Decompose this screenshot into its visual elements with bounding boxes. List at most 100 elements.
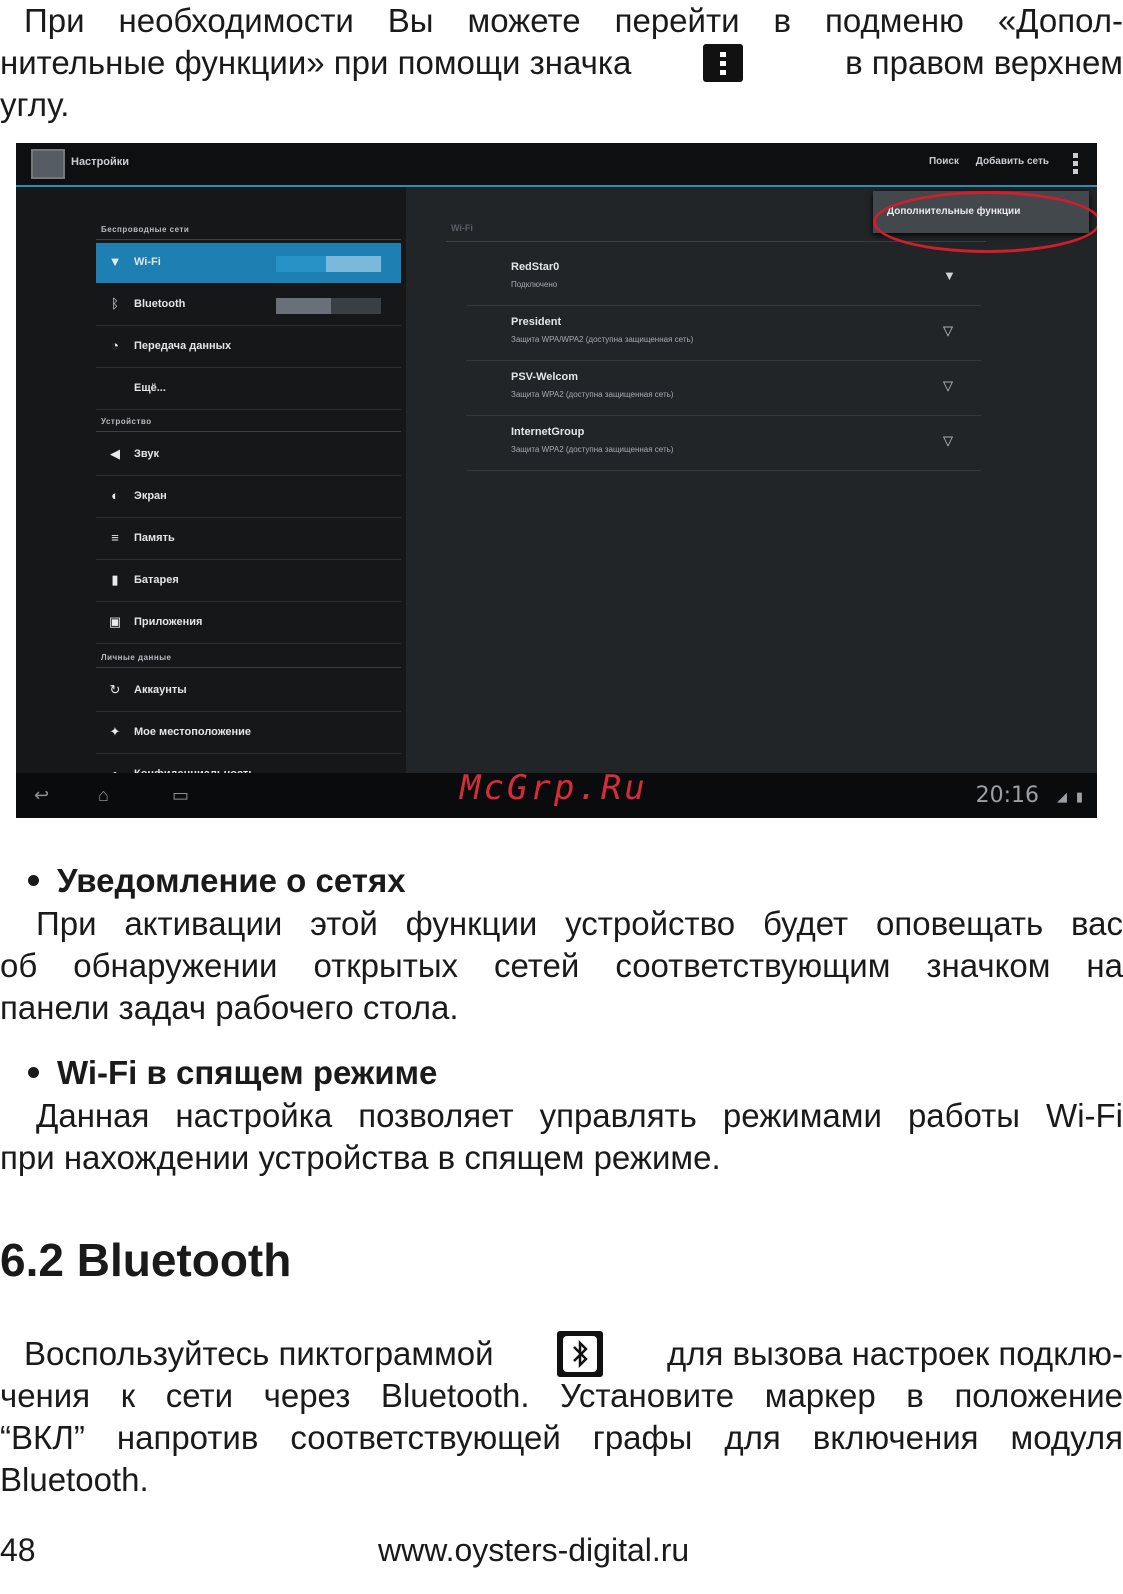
heading-text: Уведомление о сетях	[57, 862, 406, 899]
clock: 20:16	[975, 783, 1039, 808]
network-item[interactable]: PSV-Welcom Защита WPA2 (доступна защищен…	[466, 361, 981, 416]
intro-line-1: При необходимости Вы можете перейти в по…	[24, 2, 1123, 39]
settings-list: Беспроводные сети ▼ Wi-Fi ᛒ Bluetooth ◔ …	[16, 187, 406, 796]
paragraph-line: Bluetooth.	[0, 1461, 149, 1498]
settings-item-battery[interactable]: ▮ Батарея	[96, 561, 401, 602]
settings-item-label: Аккаунты	[134, 684, 187, 696]
data-usage-icon: ◔	[111, 338, 119, 353]
settings-item-data-usage[interactable]: ◔ Передача данных	[96, 327, 401, 368]
network-item[interactable]: RedStar0 Подключено ▼	[466, 251, 981, 306]
bluetooth-toggle[interactable]	[276, 298, 381, 314]
location-icon: ✦	[109, 724, 121, 739]
settings-item-sound[interactable]: ◀ Звук	[96, 435, 401, 476]
search-action[interactable]: Поиск	[929, 156, 959, 167]
paragraph-line: об обнаружении открытых сетей соответств…	[0, 947, 1123, 984]
paragraph-line-start: Воспользуйтесь пиктограммой	[24, 1335, 494, 1372]
settings-item-storage[interactable]: ≡ Память	[96, 519, 401, 560]
paragraph-line: при нахождении устройства в спящем режим…	[0, 1139, 721, 1176]
add-network-action[interactable]: Добавить сеть	[976, 156, 1049, 167]
settings-screenshot: Настройки Поиск Добавить сеть Беспроводн…	[16, 143, 1097, 818]
settings-item-label: Wi-Fi	[134, 256, 161, 268]
section-title-bluetooth: 6.2 Bluetooth	[0, 1234, 292, 1286]
intro-paragraph: При необходимости Вы можете перейти в по…	[0, 0, 1123, 126]
section2-paragraph: Данная настройка позволяет управлять реж…	[0, 1095, 1123, 1179]
accounts-icon: ↻	[109, 682, 121, 697]
section-header-personal: Личные данные	[101, 653, 172, 662]
paragraph-line: Данная настройка позволяет управлять реж…	[36, 1097, 1123, 1134]
signal-icon: ◢	[1057, 789, 1067, 804]
paragraph-line: Воспользуйтесь пиктограммой для вызова н…	[0, 1331, 1123, 1377]
network-name: PSV-Welcom	[511, 371, 579, 383]
settings-item-more[interactable]: Ещё...	[96, 369, 401, 410]
wifi-lock-icon: ▽	[943, 433, 953, 448]
app-title: Настройки	[71, 156, 130, 168]
settings-item-bluetooth[interactable]: ᛒ Bluetooth	[96, 285, 401, 326]
settings-item-label: Bluetooth	[134, 298, 186, 310]
network-status: Защита WPA2 (доступна защищенная сеть)	[511, 390, 674, 399]
recent-apps-icon[interactable]: ▭	[172, 785, 189, 805]
back-icon[interactable]: ↩	[34, 785, 49, 805]
settings-item-label: Приложения	[134, 616, 203, 628]
display-icon: ◐	[111, 488, 119, 503]
settings-item-label: Мое местоположение	[134, 726, 252, 738]
wifi-lock-icon: ▽	[943, 378, 953, 393]
bullet-icon	[28, 1066, 39, 1078]
bullet-heading-wifi-sleep: Wi-Fi в спящем режиме	[28, 1053, 437, 1093]
network-name: President	[511, 316, 562, 328]
network-status: Защита WPA2 (доступна защищенная сеть)	[511, 445, 674, 454]
vertical-dots-menu-icon	[703, 44, 744, 82]
action-bar: Настройки Поиск Добавить сеть	[16, 143, 1097, 187]
wifi-toggle[interactable]	[276, 256, 381, 272]
section-header-wireless: Беспроводные сети	[101, 225, 190, 234]
bluetooth-icon: ᛒ	[111, 296, 119, 311]
wifi-signal-icon: ▼	[943, 268, 956, 283]
wifi-lock-icon: ▽	[943, 323, 953, 338]
storage-icon: ≡	[111, 530, 119, 545]
settings-item-accounts[interactable]: ↻ Аккаунты	[96, 671, 401, 712]
intro-line-2-tail: в правом верхнем	[845, 44, 1123, 81]
wifi-pane-header: Wi-Fi	[451, 223, 473, 233]
settings-item-location[interactable]: ✦ Мое местоположение	[96, 713, 401, 754]
settings-item-label: Звук	[134, 448, 160, 460]
network-item[interactable]: InternetGroup Защита WPA2 (доступна защи…	[466, 416, 981, 471]
settings-item-wifi[interactable]: ▼ Wi-Fi	[96, 243, 401, 283]
settings-item-label: Передача данных	[134, 340, 232, 352]
settings-app-icon	[31, 149, 65, 179]
overflow-menu-icon[interactable]	[1073, 153, 1079, 177]
heading-text: Wi-Fi в спящем режиме	[57, 1054, 438, 1091]
section1-paragraph: При активации этой функции устройство бу…	[0, 903, 1123, 1029]
network-name: InternetGroup	[511, 426, 585, 438]
intro-line-3: углу.	[0, 86, 70, 123]
paragraph-line: панели задач рабочего стола.	[0, 989, 459, 1026]
intro-line-2: нительные функции» при помощи значка в п…	[0, 42, 1123, 84]
battery-status-icon: ▮	[1075, 789, 1083, 804]
network-name: RedStar0	[511, 261, 560, 273]
settings-item-label: Батарея	[134, 574, 179, 586]
network-status: Подключено	[511, 280, 558, 289]
network-status: Защита WPA/WPA2 (доступна защищенная сет…	[511, 335, 694, 344]
footer-url[interactable]: www.oysters-digital.ru	[378, 1530, 689, 1570]
intro-line-2-text: нительные функции» при помощи значка	[0, 44, 632, 81]
bullet-icon	[28, 874, 39, 886]
page-number: 48	[0, 1532, 36, 1568]
wifi-pane: Wi-Fi RedStar0 Подключено ▼ President За…	[406, 187, 1097, 773]
paragraph-line: При активации этой функции устройство бу…	[36, 905, 1123, 942]
apps-icon: ▣	[108, 614, 122, 629]
paragraph-line: “ВКЛ” напротив соответствующей графы для…	[0, 1419, 1123, 1456]
battery-icon: ▮	[111, 572, 119, 587]
settings-item-apps[interactable]: ▣ Приложения	[96, 603, 401, 644]
highlight-circle	[873, 191, 1097, 253]
wifi-icon: ▼	[108, 254, 122, 269]
network-item[interactable]: President Защита WPA/WPA2 (доступна защи…	[466, 306, 981, 361]
watermark: McGrp.Ru	[460, 768, 648, 808]
settings-item-display[interactable]: ◐ Экран	[96, 477, 401, 518]
bluetooth-icon	[557, 1331, 604, 1377]
home-icon[interactable]: ⌂	[98, 785, 109, 805]
sound-icon: ◀	[110, 446, 120, 461]
settings-item-label: Память	[134, 532, 175, 544]
bluetooth-paragraph: Воспользуйтесь пиктограммой для вызова н…	[0, 1331, 1123, 1501]
paragraph-line: чения к сети через Bluetooth. Установите…	[0, 1377, 1123, 1414]
settings-item-label: Экран	[134, 490, 167, 502]
paragraph-line-end: для вызова настроек подклю-	[666, 1335, 1123, 1372]
section-header-device: Устройство	[101, 417, 152, 426]
